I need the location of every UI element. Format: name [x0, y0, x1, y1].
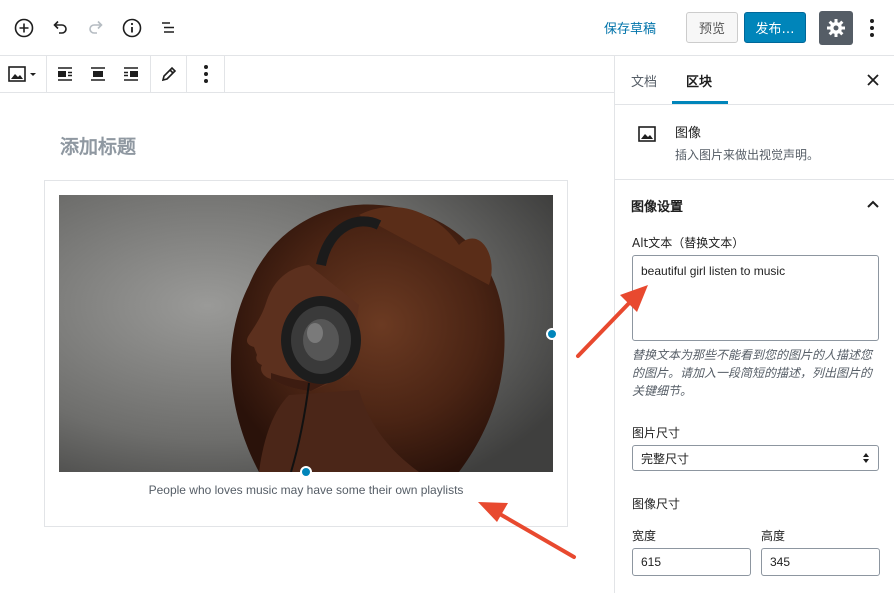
sidebar-divider — [615, 179, 894, 180]
image-settings-panel-title[interactable]: 图像设置 — [631, 196, 683, 215]
block-image[interactable] — [59, 195, 553, 472]
chevron-up-icon — [867, 200, 879, 208]
block-type-group — [0, 56, 47, 92]
alignment-group — [47, 56, 151, 92]
width-label: 宽度 — [632, 529, 657, 543]
align-center-icon[interactable] — [86, 62, 110, 86]
alt-text-label: Alt文本（替换文本） — [632, 236, 745, 250]
more-icon — [204, 65, 208, 83]
image-size-value: 完整尺寸 — [641, 451, 690, 466]
save-draft-button[interactable]: 保存草稿 — [604, 18, 656, 37]
block-toolbar — [0, 56, 225, 93]
image-size-select[interactable]: 完整尺寸 — [632, 445, 879, 471]
resize-handle-right[interactable] — [546, 328, 558, 340]
height-label: 高度 — [761, 529, 786, 543]
gear-icon — [827, 19, 845, 37]
panel-toggle-button[interactable] — [863, 194, 883, 214]
redo-icon[interactable] — [84, 16, 108, 40]
align-right-icon[interactable] — [119, 62, 143, 86]
settings-button[interactable] — [819, 11, 853, 45]
block-card-title: 图像 — [675, 126, 702, 141]
settings-sidebar: 文档 区块 图像 插入图片来做出视觉声明。 图像设置 Alt文本（替换文本） b… — [614, 56, 894, 593]
top-toolbar: 保存草稿 预览 发布… — [0, 0, 894, 56]
resize-handle-bottom[interactable] — [300, 466, 312, 478]
image-size-label: 图片尺寸 — [632, 426, 681, 440]
info-icon[interactable] — [120, 16, 144, 40]
post-title-placeholder[interactable]: 添加标题 — [60, 132, 136, 159]
tab-block[interactable]: 区块 — [686, 56, 712, 104]
more-menu-button[interactable] — [862, 16, 882, 40]
image-icon — [8, 66, 36, 82]
select-arrows-icon — [863, 453, 869, 463]
publish-button[interactable]: 发布… — [744, 12, 806, 43]
preview-button[interactable]: 预览 — [686, 12, 738, 43]
editor-divider — [0, 92, 614, 93]
edit-icon[interactable] — [157, 62, 181, 86]
block-type-switcher[interactable] — [5, 62, 39, 86]
width-input[interactable]: 615 — [632, 548, 751, 576]
outline-icon[interactable] — [156, 16, 180, 40]
align-left-icon[interactable] — [53, 62, 77, 86]
height-input[interactable]: 345 — [761, 548, 880, 576]
image-icon — [637, 124, 657, 148]
block-more-button[interactable] — [194, 62, 218, 86]
close-icon — [867, 74, 879, 86]
alt-text-input[interactable]: beautiful girl listen to music — [632, 255, 879, 341]
alt-text-help: 替换文本为那些不能看到您的图片的人描述您的图片。请加入一段简短的描述，列出图片的… — [632, 348, 873, 398]
undo-icon[interactable] — [48, 16, 72, 40]
close-sidebar-button[interactable] — [863, 70, 883, 90]
edit-group — [151, 56, 187, 92]
image-caption[interactable]: People who loves music may have some the… — [59, 483, 553, 497]
add-block-icon[interactable] — [12, 16, 36, 40]
more-icon — [870, 19, 874, 37]
image-dimensions-label: 图像尺寸 — [632, 497, 681, 511]
sidebar-divider — [615, 104, 894, 105]
tab-document[interactable]: 文档 — [631, 56, 657, 104]
block-card-description: 插入图片来做出视觉声明。 — [675, 148, 820, 162]
